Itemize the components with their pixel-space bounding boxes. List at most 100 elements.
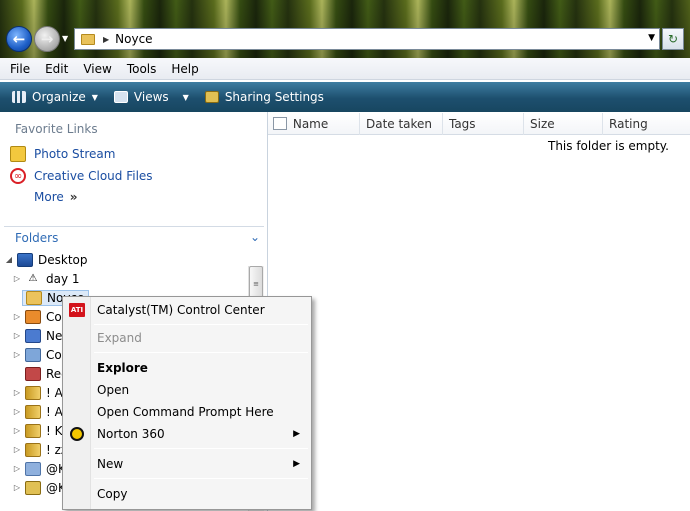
norton-icon	[70, 427, 84, 441]
menu-item-new[interactable]: New ▶	[64, 453, 310, 475]
folder-icon	[25, 442, 41, 457]
folders-heading: Folders	[15, 230, 59, 245]
favorite-creative-cloud[interactable]: ∞ Creative Cloud Files	[10, 167, 153, 185]
views-label: Views	[133, 90, 169, 104]
menu-file[interactable]: File	[10, 62, 30, 76]
column-label: Size	[530, 116, 555, 131]
menu-item-norton[interactable]: Norton 360 ▶	[64, 423, 310, 445]
menu-item-label: Open	[97, 383, 130, 397]
forward-button[interactable]: →	[34, 26, 60, 52]
address-path[interactable]: Noyce	[115, 32, 152, 46]
menu-separator	[94, 352, 308, 353]
address-bar[interactable]: ▶ Noyce ▼	[74, 28, 660, 50]
tree-item-desktop[interactable]: ◢ Desktop	[4, 250, 88, 269]
tree-label: Ne	[46, 328, 63, 343]
menu-view[interactable]: View	[83, 62, 111, 76]
expand-triangle-icon[interactable]: ▷	[12, 483, 22, 492]
menu-separator	[94, 324, 308, 325]
menu-help[interactable]: Help	[171, 62, 198, 76]
menu-tools[interactable]: Tools	[127, 62, 157, 76]
menu-item-catalyst[interactable]: ATI Catalyst(TM) Control Center	[64, 299, 310, 321]
menu-item-label: Expand	[97, 331, 142, 345]
menu-item-label: Open Command Prompt Here	[97, 405, 274, 419]
tree-item[interactable]: ▷ ! KI	[12, 421, 66, 440]
tree-item[interactable]: ▷ Ne	[12, 326, 62, 345]
lock-folder-icon	[25, 480, 41, 495]
shield-icon	[25, 309, 41, 324]
back-button[interactable]: ←	[6, 26, 32, 52]
tree-item[interactable]: ▷ ⚠ day 1	[12, 269, 80, 288]
menu-bar: File Edit View Tools Help	[0, 58, 690, 80]
column-tags[interactable]: Tags	[443, 112, 524, 135]
expand-triangle-icon[interactable]: ▷	[12, 274, 22, 283]
expand-triangle-icon[interactable]: ▷	[12, 407, 22, 416]
menu-item-explore[interactable]: Explore	[64, 357, 310, 379]
expand-triangle-icon[interactable]: ▷	[12, 350, 22, 359]
expand-triangle-icon[interactable]: ▷	[12, 464, 22, 473]
tree-item[interactable]: Rec	[12, 364, 68, 383]
tree-item[interactable]: ▷ Co	[12, 345, 62, 364]
tree-item[interactable]: ▷ ! Ac	[12, 402, 69, 421]
column-label: Tags	[448, 116, 476, 131]
submenu-arrow-icon: ▶	[293, 429, 300, 439]
folder-icon	[25, 385, 41, 400]
more-label: More	[34, 190, 64, 204]
expand-triangle-icon[interactable]: ▷	[12, 426, 22, 435]
column-size[interactable]: Size	[524, 112, 604, 135]
menu-item-copy[interactable]: Copy	[64, 483, 310, 505]
tree-item[interactable]: ▷ @K	[12, 459, 66, 478]
menu-item-label: New	[97, 457, 124, 471]
double-chevron-right-icon: »	[69, 190, 78, 204]
column-date-taken[interactable]: Date taken	[360, 112, 443, 135]
network-icon	[25, 328, 41, 343]
collapse-triangle-icon[interactable]: ◢	[4, 255, 14, 264]
select-all-checkbox[interactable]	[273, 117, 287, 130]
sharing-settings-button[interactable]: Sharing Settings	[204, 90, 324, 104]
chevron-down-icon: ▼	[91, 92, 98, 102]
tree-item[interactable]: ▷ @K	[12, 478, 66, 497]
views-button[interactable]: Views ▼	[113, 90, 189, 104]
tree-label: Co	[46, 309, 62, 324]
expand-triangle-icon[interactable]: ▷	[12, 312, 22, 321]
tree-label: Co	[46, 347, 62, 362]
favorite-photo-stream[interactable]: Photo Stream	[10, 145, 115, 163]
tree-item[interactable]: ▷ Co	[12, 307, 62, 326]
menu-item-open[interactable]: Open	[64, 379, 310, 401]
views-icon	[113, 91, 128, 103]
organize-button[interactable]: Organize ▼	[12, 90, 98, 104]
refresh-button[interactable]: ↻	[662, 28, 684, 50]
column-label: Rating	[609, 116, 648, 131]
menu-item-label: Norton 360	[97, 427, 165, 441]
chevron-down-icon[interactable]: ⌄	[250, 230, 260, 244]
expand-triangle-icon[interactable]: ▷	[12, 388, 22, 397]
favorite-links-heading: Favorite Links	[15, 122, 98, 136]
chevron-down-icon[interactable]: ▼	[648, 33, 655, 43]
breadcrumb-separator-icon[interactable]: ▶	[103, 35, 109, 44]
column-name[interactable]: Name	[293, 112, 360, 135]
folder-icon	[25, 404, 41, 419]
context-menu: ATI Catalyst(TM) Control Center Expand E…	[62, 296, 312, 510]
recycle-bin-icon	[25, 366, 41, 381]
sharing-label: Sharing Settings	[224, 90, 324, 104]
control-panel-icon	[25, 347, 41, 362]
warning-icon: ⚠	[28, 273, 38, 284]
menu-item-label: Explore	[97, 361, 148, 375]
folders-header[interactable]: Folders ⌄	[4, 226, 264, 248]
menu-edit[interactable]: Edit	[45, 62, 68, 76]
empty-folder-message: This folder is empty.	[548, 139, 669, 153]
expand-triangle-icon[interactable]: ▷	[12, 331, 22, 340]
tree-item[interactable]: ▷ ! Al	[12, 383, 66, 402]
tree-item[interactable]: ▷ ! zz	[12, 440, 67, 459]
expand-triangle-icon[interactable]: ▷	[12, 445, 22, 454]
menu-separator	[94, 448, 308, 449]
arrow-right-icon: →	[40, 30, 54, 48]
folder-icon	[25, 423, 41, 438]
column-label: Date taken	[365, 116, 433, 131]
column-rating[interactable]: Rating	[603, 113, 690, 135]
favorite-label: Photo Stream	[34, 147, 116, 161]
desktop-icon	[17, 252, 33, 267]
favorites-more-link[interactable]: More »	[34, 190, 78, 204]
menu-item-open-command-prompt[interactable]: Open Command Prompt Here	[64, 401, 310, 423]
favorite-label: Creative Cloud Files	[34, 169, 153, 183]
recent-pages-dropdown[interactable]: ▼	[62, 34, 72, 44]
